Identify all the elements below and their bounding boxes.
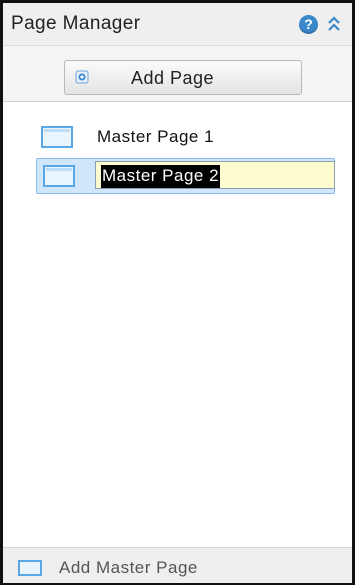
add-page-label: Add Page: [131, 68, 215, 88]
page-item-master-page-1[interactable]: Master Page 1: [31, 120, 341, 154]
add-master-page-label: Add Master Page: [59, 558, 198, 577]
page-manager-panel: Page Manager ? Add Page Master Page 1 Ma…: [0, 0, 355, 585]
add-page-button[interactable]: Add Page: [64, 60, 302, 95]
toolbar: Add Page: [3, 46, 352, 102]
page-item-label: Master Page 1: [97, 127, 215, 146]
page-tree: Master Page 1 Master Page 2: [3, 102, 352, 547]
page-icon: [41, 126, 73, 148]
panel-header: Page Manager ?: [3, 3, 352, 46]
page-item-master-page-2[interactable]: Master Page 2: [36, 158, 335, 194]
page-icon: [43, 165, 75, 187]
add-master-page-button[interactable]: Add Master Page: [3, 547, 352, 583]
page-icon: [18, 560, 42, 576]
rename-input[interactable]: Master Page 2: [95, 161, 335, 189]
double-chevron-up-icon[interactable]: [326, 14, 342, 34]
rename-input-text: Master Page 2: [101, 165, 221, 188]
help-icon[interactable]: ?: [299, 15, 318, 34]
panel-title: Page Manager: [11, 13, 141, 34]
add-page-icon: [75, 70, 89, 84]
